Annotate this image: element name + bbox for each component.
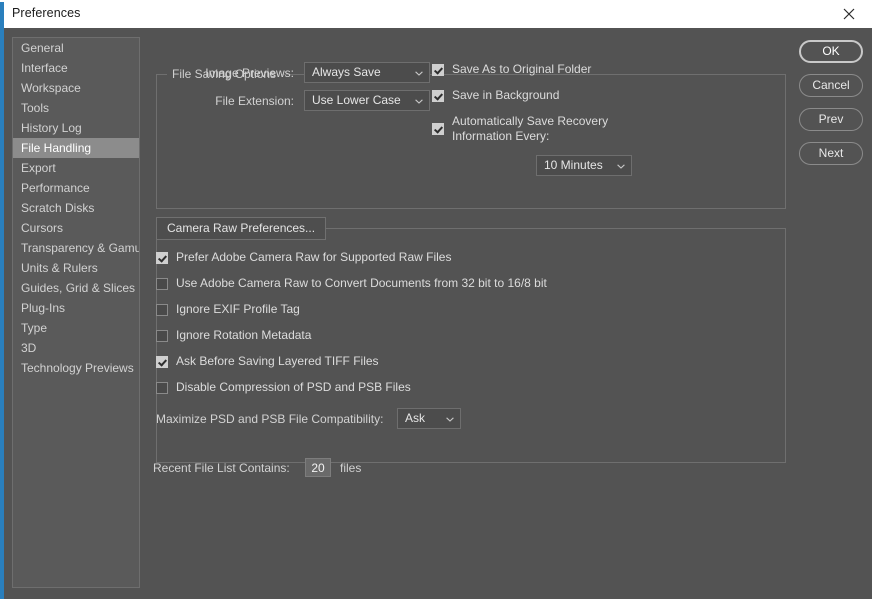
sidebar-item-label: 3D bbox=[21, 341, 36, 355]
sidebar-item-technology-previews[interactable]: Technology Previews bbox=[13, 358, 139, 378]
auto-save-recovery-checkbox-row[interactable]: Automatically Save Recovery Information … bbox=[432, 114, 608, 144]
image-previews-dropdown[interactable]: Always Save bbox=[304, 62, 430, 83]
auto-save-interval-value: 10 Minutes bbox=[544, 158, 603, 172]
save-in-background-checkbox-row[interactable]: Save in Background bbox=[432, 88, 559, 103]
sidebar-item-label: Performance bbox=[21, 181, 90, 195]
window-accent-stripe bbox=[0, 0, 4, 599]
cancel-button[interactable]: Cancel bbox=[799, 74, 863, 97]
save-as-to-original-folder-checkbox[interactable] bbox=[432, 64, 444, 76]
camera-raw-preferences-button[interactable]: Camera Raw Preferences... bbox=[156, 217, 326, 240]
ignore-rotation-checkbox-row[interactable]: Ignore Rotation Metadata bbox=[156, 328, 311, 343]
sidebar-item-export[interactable]: Export bbox=[13, 158, 139, 178]
close-button[interactable] bbox=[826, 0, 872, 28]
sidebar-item-3d[interactable]: 3D bbox=[13, 338, 139, 358]
prefer-camera-raw-label: Prefer Adobe Camera Raw for Supported Ra… bbox=[176, 250, 451, 265]
auto-save-interval-dropdown[interactable]: 10 Minutes bbox=[536, 155, 632, 176]
chevron-down-icon bbox=[415, 99, 423, 104]
sidebar-item-label: Interface bbox=[21, 61, 68, 75]
sidebar-item-label: File Handling bbox=[21, 141, 91, 155]
ignore-exif-checkbox-row[interactable]: Ignore EXIF Profile Tag bbox=[156, 302, 300, 317]
ignore-exif-label: Ignore EXIF Profile Tag bbox=[176, 302, 300, 317]
prefer-camera-raw-checkbox-row[interactable]: Prefer Adobe Camera Raw for Supported Ra… bbox=[156, 250, 451, 265]
convert-32bit-checkbox-row[interactable]: Use Adobe Camera Raw to Convert Document… bbox=[156, 276, 547, 291]
sidebar-item-transparency-gamut[interactable]: Transparency & Gamut bbox=[13, 238, 139, 258]
window-title: Preferences bbox=[12, 6, 81, 20]
disable-compression-checkbox[interactable] bbox=[156, 382, 168, 394]
sidebar-item-label: Workspace bbox=[21, 81, 81, 95]
sidebar-item-label: Scratch Disks bbox=[21, 201, 94, 215]
sidebar-item-plug-ins[interactable]: Plug-Ins bbox=[13, 298, 139, 318]
save-as-to-original-folder-label: Save As to Original Folder bbox=[452, 62, 591, 77]
window-accent-stripe-cap bbox=[0, 0, 4, 2]
sidebar-item-label: General bbox=[21, 41, 64, 55]
file-extension-dropdown[interactable]: Use Lower Case bbox=[304, 90, 430, 111]
disable-compression-checkbox-row[interactable]: Disable Compression of PSD and PSB Files bbox=[156, 380, 411, 395]
ignore-rotation-checkbox[interactable] bbox=[156, 330, 168, 342]
auto-save-recovery-label-line2: Information Every: bbox=[452, 129, 608, 144]
save-in-background-checkbox[interactable] bbox=[432, 90, 444, 102]
auto-save-recovery-checkbox[interactable] bbox=[432, 123, 444, 135]
ask-before-tiff-checkbox[interactable] bbox=[156, 356, 168, 368]
save-as-to-original-folder-checkbox-row[interactable]: Save As to Original Folder bbox=[432, 62, 591, 77]
sidebar-item-type[interactable]: Type bbox=[13, 318, 139, 338]
ask-before-tiff-label: Ask Before Saving Layered TIFF Files bbox=[176, 354, 379, 369]
dialog-body: General Interface Workspace Tools Histor… bbox=[4, 28, 872, 599]
sidebar-item-label: Transparency & Gamut bbox=[21, 241, 140, 255]
sidebar-item-guides-grid-slices[interactable]: Guides, Grid & Slices bbox=[13, 278, 139, 298]
close-icon bbox=[843, 8, 855, 20]
disable-compression-label: Disable Compression of PSD and PSB Files bbox=[176, 380, 411, 395]
sidebar-item-scratch-disks[interactable]: Scratch Disks bbox=[13, 198, 139, 218]
ok-button[interactable]: OK bbox=[799, 40, 863, 63]
sidebar-item-label: History Log bbox=[21, 121, 82, 135]
sidebar-item-label: Guides, Grid & Slices bbox=[21, 281, 135, 295]
chevron-down-icon bbox=[617, 164, 625, 169]
sidebar-item-label: Cursors bbox=[21, 221, 63, 235]
file-extension-label: File Extension: bbox=[74, 94, 294, 108]
sidebar-item-label: Export bbox=[21, 161, 56, 175]
preferences-dialog: Preferences General Interface Workspace … bbox=[0, 0, 872, 599]
image-previews-value: Always Save bbox=[312, 65, 381, 79]
maximize-compatibility-dropdown[interactable]: Ask bbox=[397, 408, 461, 429]
auto-save-recovery-label-line1: Automatically Save Recovery bbox=[452, 114, 608, 129]
sidebar-item-label: Plug-Ins bbox=[21, 301, 65, 315]
sidebar-item-label: Units & Rulers bbox=[21, 261, 98, 275]
convert-32bit-checkbox[interactable] bbox=[156, 278, 168, 290]
sidebar-item-history-log[interactable]: History Log bbox=[13, 118, 139, 138]
prefer-camera-raw-checkbox[interactable] bbox=[156, 252, 168, 264]
recent-file-list-input[interactable]: 20 bbox=[305, 458, 331, 477]
sidebar-item-units-rulers[interactable]: Units & Rulers bbox=[13, 258, 139, 278]
prev-button[interactable]: Prev bbox=[799, 108, 863, 131]
ignore-rotation-label: Ignore Rotation Metadata bbox=[176, 328, 311, 343]
auto-save-recovery-label: Automatically Save Recovery Information … bbox=[452, 114, 608, 144]
recent-file-list-label: Recent File List Contains: bbox=[153, 461, 290, 475]
sidebar-item-general[interactable]: General bbox=[13, 38, 139, 58]
sidebar-item-label: Tools bbox=[21, 101, 49, 115]
category-list[interactable]: General Interface Workspace Tools Histor… bbox=[12, 37, 140, 588]
image-previews-label: Image Previews: bbox=[74, 66, 294, 80]
ask-before-tiff-checkbox-row[interactable]: Ask Before Saving Layered TIFF Files bbox=[156, 354, 379, 369]
chevron-down-icon bbox=[446, 417, 454, 422]
maximize-compatibility-label: Maximize PSD and PSB File Compatibility: bbox=[156, 412, 383, 426]
sidebar-item-label: Technology Previews bbox=[21, 361, 134, 375]
save-in-background-label: Save in Background bbox=[452, 88, 559, 103]
convert-32bit-label: Use Adobe Camera Raw to Convert Document… bbox=[176, 276, 547, 291]
maximize-compatibility-value: Ask bbox=[405, 411, 425, 425]
title-bar: Preferences bbox=[0, 0, 872, 29]
sidebar-item-label: Type bbox=[21, 321, 47, 335]
file-extension-value: Use Lower Case bbox=[312, 93, 401, 107]
sidebar-item-file-handling[interactable]: File Handling bbox=[13, 138, 139, 158]
dialog-button-column: OK Cancel Prev Next bbox=[799, 40, 865, 176]
chevron-down-icon bbox=[415, 71, 423, 76]
next-button[interactable]: Next bbox=[799, 142, 863, 165]
ignore-exif-checkbox[interactable] bbox=[156, 304, 168, 316]
sidebar-item-performance[interactable]: Performance bbox=[13, 178, 139, 198]
recent-file-list-suffix: files bbox=[340, 461, 361, 475]
sidebar-item-cursors[interactable]: Cursors bbox=[13, 218, 139, 238]
